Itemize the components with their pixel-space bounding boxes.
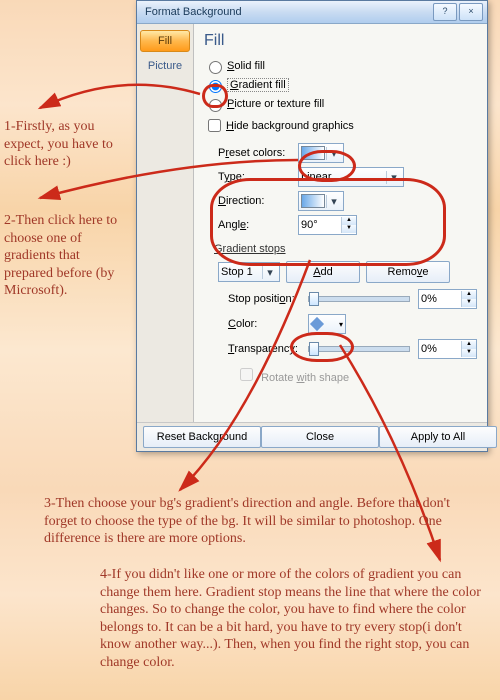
check-hide-bg-input[interactable] — [208, 119, 221, 132]
titlebar: Format Background ? × — [137, 1, 487, 24]
stop-position-input[interactable] — [419, 293, 461, 305]
close-window-button[interactable]: × — [459, 3, 483, 21]
stop-position-slider[interactable] — [308, 296, 410, 302]
radio-solid-fill[interactable]: Solid fill — [204, 58, 477, 74]
close-button[interactable]: Close — [261, 426, 379, 448]
highlight-ring-color — [290, 332, 354, 362]
stop-position-row: Stop position: ▲▼ — [228, 289, 477, 309]
preset-colors-label: Preset colors: — [218, 147, 298, 159]
check-hide-bg[interactable]: Hide background graphics — [204, 116, 477, 135]
sidebar-item-fill[interactable]: Fill — [140, 30, 190, 52]
spinner-buttons[interactable]: ▲▼ — [461, 291, 476, 307]
annotation-4: 4-If you didn't like one or more of the … — [100, 566, 488, 671]
gradient-stops-box: Stop 1 ▾ Add Remove Stop position: ▲▼ Co… — [218, 257, 477, 388]
check-hide-bg-label: Hide background graphics — [226, 120, 354, 132]
rotate-label: Rotate with shape — [261, 372, 349, 384]
sidebar: Fill Picture — [137, 24, 194, 422]
transparency-spinner[interactable]: ▲▼ — [418, 339, 477, 359]
radio-picture-label: Picture or texture fill — [227, 98, 324, 110]
radio-gradient-label: Gradient fill — [227, 78, 289, 92]
radio-solid-label: Solid fill — [227, 60, 265, 72]
color-label: Color: — [228, 318, 308, 330]
transparency-input[interactable] — [419, 343, 461, 355]
reset-background-button[interactable]: Reset Background — [143, 426, 261, 448]
button-bar: Reset Background Close Apply to All — [137, 422, 487, 451]
color-swatch-icon — [310, 317, 324, 331]
spinner-buttons[interactable]: ▲▼ — [461, 341, 476, 357]
color-dropdown[interactable]: ▾ — [308, 314, 346, 334]
annotation-1: 1-Firstly, as you expect, you have to cl… — [4, 118, 132, 171]
help-button[interactable]: ? — [433, 3, 457, 21]
rotate-checkbox — [240, 368, 253, 381]
dialog-title: Format Background — [145, 6, 431, 18]
sidebar-item-picture[interactable]: Picture — [137, 56, 193, 76]
radio-solid-input[interactable] — [209, 61, 222, 74]
stop-position-label: Stop position: — [228, 293, 308, 305]
stop-selector-value: Stop 1 — [221, 266, 253, 278]
highlight-ring-type-dir-angle — [210, 178, 446, 266]
annotation-3: 3-Then choose your bg's gradient's direc… — [44, 495, 464, 548]
annotation-2: 2-Then click here to choose one of gradi… — [4, 212, 132, 300]
stop-position-spinner[interactable]: ▲▼ — [418, 289, 477, 309]
color-row: Color: ▾ — [228, 314, 477, 334]
highlight-ring-gradient — [202, 84, 228, 108]
apply-to-all-button[interactable]: Apply to All — [379, 426, 497, 448]
chevron-down-icon: ▾ — [339, 320, 345, 329]
rotate-with-shape-row: Rotate with shape — [236, 365, 477, 384]
radio-picture-fill[interactable]: Picture or texture fill — [204, 96, 477, 112]
chevron-down-icon: ▾ — [262, 266, 277, 279]
panel-heading: Fill — [204, 32, 477, 50]
radio-gradient-fill[interactable]: Gradient fill — [204, 77, 477, 93]
